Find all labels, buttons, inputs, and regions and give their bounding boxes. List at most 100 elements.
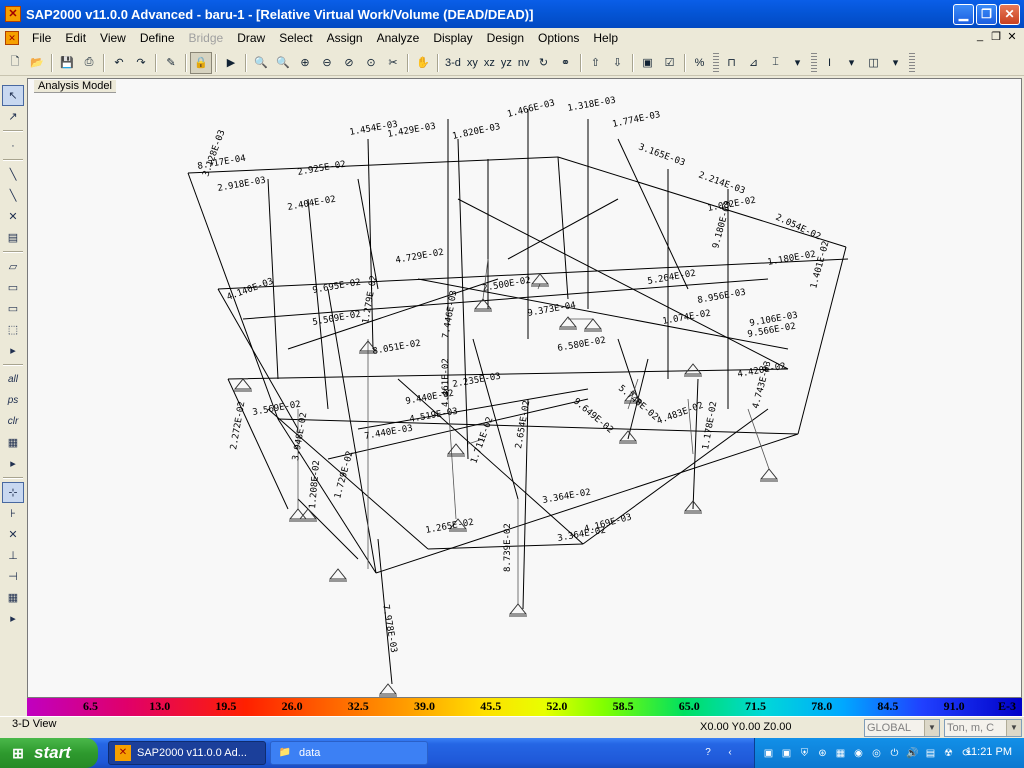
menu-help[interactable]: Help: [586, 31, 625, 45]
save-icon[interactable]: 💾: [56, 52, 78, 74]
restore-button[interactable]: ❐: [976, 3, 997, 25]
menu-define[interactable]: Define: [133, 31, 182, 45]
frame-member[interactable]: [692, 378, 699, 510]
more-arrow-icon[interactable]: ▸: [2, 340, 24, 361]
network-icon[interactable]: ▣: [761, 746, 776, 761]
dropdown-arrow-icon[interactable]: ▼: [924, 720, 939, 736]
dropdown-arrow-icon[interactable]: ▾: [885, 52, 907, 74]
draw-frame-icon[interactable]: ⊓: [721, 52, 743, 74]
pin-support[interactable]: [446, 443, 466, 457]
frame-member[interactable]: [277, 418, 377, 574]
zoom-full-icon[interactable]: ⊙: [360, 52, 382, 74]
zoom-in-icon[interactable]: ⊕: [294, 52, 316, 74]
print-icon[interactable]: ⎙: [78, 52, 100, 74]
zoom-window-icon[interactable]: 🔍: [250, 52, 272, 74]
snap-perpendicular-icon[interactable]: ⊥: [2, 545, 24, 566]
tray-expand-icon[interactable]: ‹: [722, 745, 738, 761]
calendar-icon[interactable]: ▦: [833, 746, 848, 761]
frame-member[interactable]: [507, 198, 619, 260]
media-icon[interactable]: ◉: [851, 746, 866, 761]
taskbar-item-sap2000[interactable]: ✕ SAP2000 v11.0.0 Ad...: [108, 741, 266, 765]
power-icon[interactable]: ⏻: [887, 746, 902, 761]
menu-select[interactable]: Select: [272, 31, 319, 45]
intersecting-line-icon[interactable]: ▦: [2, 432, 24, 453]
quick-line-icon[interactable]: ╲: [2, 185, 24, 206]
coord-system-select[interactable]: GLOBAL ▼: [864, 719, 940, 737]
clear-selection-icon[interactable]: clr: [2, 411, 24, 432]
menu-assign[interactable]: Assign: [320, 31, 370, 45]
pin-support[interactable]: [378, 683, 398, 697]
taskbar-item-data[interactable]: 📁 data: [270, 741, 428, 765]
lock-icon[interactable]: 🔒: [190, 51, 212, 74]
select-all-icon[interactable]: all: [2, 369, 24, 390]
view-nv-button[interactable]: nv: [515, 52, 533, 74]
menu-draw[interactable]: Draw: [230, 31, 272, 45]
undo-icon[interactable]: ↶: [108, 52, 130, 74]
check-icon[interactable]: ☑: [659, 52, 681, 74]
dropdown-arrow-icon[interactable]: ▾: [841, 52, 863, 74]
view-xz-button[interactable]: xz: [481, 52, 498, 74]
frame-member[interactable]: [557, 156, 569, 300]
pan-hand-icon[interactable]: ✋: [412, 52, 434, 74]
snap-intersection-icon[interactable]: ✕: [2, 524, 24, 545]
draw-poly-area-icon[interactable]: ▱: [2, 256, 24, 277]
draw-cable-icon[interactable]: ⊿: [743, 52, 765, 74]
menu-display[interactable]: Display: [426, 31, 479, 45]
units-select[interactable]: Ton, m, C ▼: [944, 719, 1022, 737]
frame-member[interactable]: [472, 338, 519, 500]
zoom-out-icon[interactable]: ⊖: [316, 52, 338, 74]
network-icon[interactable]: ▣: [779, 746, 794, 761]
menu-file[interactable]: File: [25, 31, 58, 45]
pencil-icon[interactable]: ✎: [160, 52, 182, 74]
snap-points-icon[interactable]: ⊹: [2, 482, 24, 503]
frame-member[interactable]: [277, 418, 799, 435]
zoom-restore-icon[interactable]: 🔍: [272, 52, 294, 74]
security-icon[interactable]: ☢: [941, 746, 956, 761]
document-icon[interactable]: ✕: [5, 31, 19, 45]
draw-joint-icon[interactable]: ·: [2, 135, 24, 156]
frame-member[interactable]: [357, 388, 589, 430]
start-button[interactable]: ⊞ start: [0, 738, 98, 768]
area-section-icon[interactable]: ◫: [863, 52, 885, 74]
draw-brace-icon[interactable]: ✕: [2, 206, 24, 227]
display-options-icon[interactable]: ▣: [637, 52, 659, 74]
new-model-icon[interactable]: 🗋: [4, 52, 26, 74]
pointer-icon[interactable]: ↖: [2, 85, 24, 106]
view-xy-button[interactable]: xy: [464, 52, 481, 74]
snap-lines-icon[interactable]: ⊣: [2, 566, 24, 587]
more-arrow-icon[interactable]: ▸: [2, 608, 24, 629]
snap-fine-grid-icon[interactable]: ▦: [2, 587, 24, 608]
mdi-restore-button[interactable]: ❐: [988, 30, 1004, 43]
minimize-button[interactable]: ▁: [953, 3, 974, 25]
shrink-icon[interactable]: ✂: [382, 52, 404, 74]
redo-icon[interactable]: ↷: [130, 52, 152, 74]
draw-rect-area-icon[interactable]: ▭: [2, 277, 24, 298]
previous-selection-icon[interactable]: ps: [2, 390, 24, 411]
quick-grid-icon[interactable]: ▤: [2, 227, 24, 248]
dropdown-arrow-icon[interactable]: ▼: [1006, 720, 1021, 736]
frame-member[interactable]: [227, 368, 789, 380]
shield-icon[interactable]: ⛨: [797, 746, 812, 761]
sap2000-app-icon[interactable]: ✕: [5, 6, 21, 22]
snap-ends-icon[interactable]: ⊦: [2, 503, 24, 524]
frame-model-drawing[interactable]: 8.717E-042.918E-032.925E-021.454E-031.42…: [28, 79, 1022, 698]
view-yz-button[interactable]: yz: [498, 52, 515, 74]
help-icon[interactable]: ?: [700, 745, 716, 761]
frame-member[interactable]: [375, 433, 799, 574]
pin-support[interactable]: [759, 468, 779, 482]
menu-analyze[interactable]: Analyze: [370, 31, 427, 45]
menu-edit[interactable]: Edit: [58, 31, 93, 45]
reshaper-icon[interactable]: ↗: [2, 106, 24, 127]
display-icon[interactable]: ▤: [923, 746, 938, 761]
draw-line-icon[interactable]: ╲: [2, 164, 24, 185]
dropdown-arrow-icon[interactable]: ▾: [787, 52, 809, 74]
antivirus-icon[interactable]: ⊛: [815, 746, 830, 761]
menu-design[interactable]: Design: [480, 31, 531, 45]
close-button[interactable]: ✕: [999, 3, 1020, 25]
percent-icon[interactable]: %: [689, 52, 711, 74]
pin-support[interactable]: [683, 363, 703, 377]
toolbar-grip[interactable]: [810, 52, 817, 73]
mdi-minimize-button[interactable]: _: [972, 30, 988, 42]
pin-support[interactable]: [233, 378, 253, 392]
open-icon[interactable]: 📂: [26, 52, 48, 74]
